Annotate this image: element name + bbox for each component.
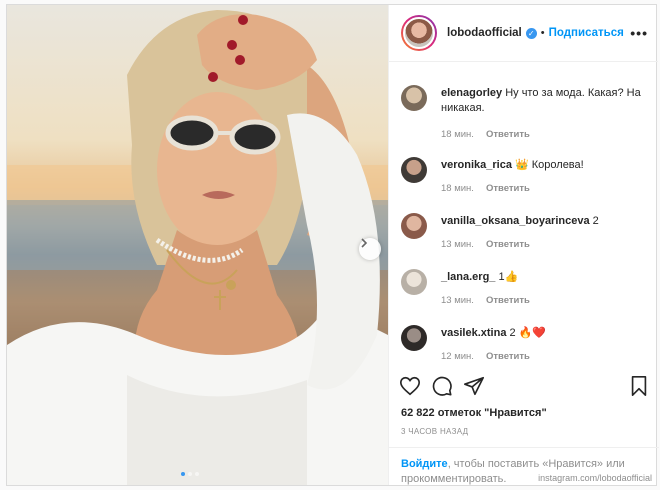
comment-username[interactable]: veronika_rica (441, 159, 512, 171)
carousel-dots (181, 472, 199, 476)
verified-badge-icon: ✓ (525, 27, 537, 39)
carousel-dot (188, 472, 192, 476)
reply-button[interactable]: Ответить (486, 351, 530, 362)
comment-text: 👑 Королева! (515, 159, 584, 171)
reply-button[interactable]: Ответить (486, 183, 530, 194)
reply-button[interactable]: Ответить (486, 295, 530, 306)
commenter-avatar[interactable] (401, 157, 427, 183)
comment-username[interactable]: vasilek.xtina (441, 327, 506, 339)
comment-text-block: vasilek.xtina 2 🔥❤️ (441, 326, 641, 341)
comment-text: 2 🔥❤️ (509, 327, 547, 339)
comment-meta: 18 мин. Ответить (441, 129, 530, 140)
carousel-dot (181, 472, 185, 476)
commenter-avatar[interactable] (401, 85, 427, 111)
follow-button[interactable]: Подписаться (549, 27, 624, 39)
comment-text-block: vanilla_oksana_boyarinceva 2 (441, 214, 641, 229)
photo-illustration (7, 10, 388, 485)
post-photo[interactable] (7, 5, 388, 485)
author-avatar[interactable] (401, 15, 437, 51)
reply-button[interactable]: Ответить (486, 239, 530, 250)
heart-icon[interactable] (399, 375, 421, 397)
post-actions (399, 375, 649, 405)
login-link[interactable]: Войдите (401, 458, 448, 470)
post-time: 3 ЧАСОВ НАЗАД (401, 427, 469, 436)
comment-username[interactable]: _lana.erg_ (441, 271, 495, 283)
comment-time: 13 мин. (441, 295, 474, 306)
post-side-panel: lobodaofficial ✓ • Подписаться ••• elena… (388, 5, 659, 485)
likes-count[interactable]: 62 822 отметок "Нравится" (401, 407, 547, 419)
author-username[interactable]: lobodaofficial (447, 27, 522, 39)
commenter-avatar[interactable] (401, 325, 427, 351)
comment-text-block: _lana.erg_ 1👍 (441, 270, 641, 285)
share-icon[interactable] (463, 375, 485, 397)
carousel-dot (195, 472, 199, 476)
comment-time: 12 мин. (441, 351, 474, 362)
more-options-icon[interactable]: ••• (630, 25, 648, 41)
comment-meta: 13 мин. Ответить (441, 295, 530, 306)
comment-time: 18 мин. (441, 129, 474, 140)
comment-meta: 12 мин. Ответить (441, 351, 530, 362)
avatar-image (403, 17, 435, 49)
comment-username[interactable]: vanilla_oksana_boyarinceva (441, 215, 590, 227)
comment-time: 18 мин. (441, 183, 474, 194)
comment-text-block: veronika_rica 👑 Королева! (441, 158, 641, 173)
comment-meta: 13 мин. Ответить (441, 239, 530, 250)
comment-text: 1👍 (498, 271, 519, 283)
chevron-right-icon (361, 238, 368, 248)
post-card: lobodaofficial ✓ • Подписаться ••• elena… (6, 4, 659, 486)
comment-meta: 18 мин. Ответить (441, 183, 530, 194)
header-separator: • (540, 27, 545, 39)
next-photo-button[interactable] (359, 238, 381, 260)
commenter-avatar[interactable] (401, 269, 427, 295)
comment-text: 2 (592, 215, 599, 227)
commenter-avatar[interactable] (401, 213, 427, 239)
source-watermark: instagram.com/lobodaofficial (538, 473, 652, 483)
comment-text-block: elenagorley Ну что за мода. Какая? На ни… (441, 86, 641, 116)
bookmark-icon[interactable] (629, 375, 649, 397)
comment-time: 13 мин. (441, 239, 474, 250)
comments-list[interactable]: elenagorley Ну что за мода. Какая? На ни… (389, 63, 659, 369)
comment-username[interactable]: elenagorley (441, 87, 502, 99)
comment-icon[interactable] (431, 375, 453, 397)
reply-button[interactable]: Ответить (486, 129, 530, 140)
post-header: lobodaofficial ✓ • Подписаться ••• (389, 5, 658, 62)
